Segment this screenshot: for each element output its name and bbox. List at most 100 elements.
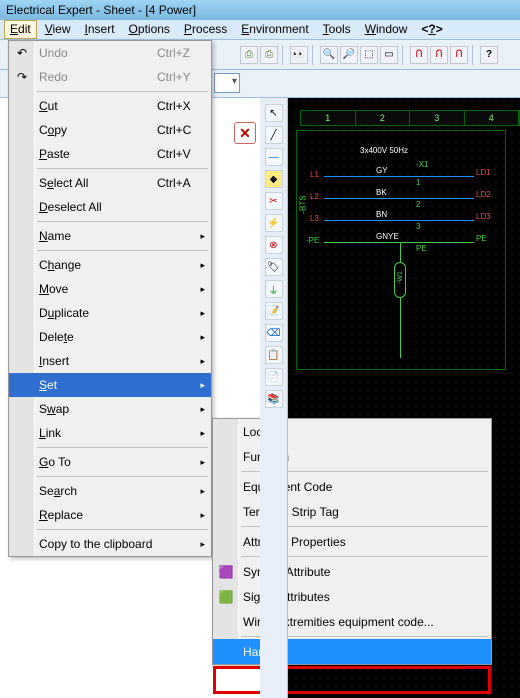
submenu-arrow-icon: ▸	[200, 332, 205, 343]
menu-process[interactable]: Process	[178, 20, 233, 39]
right-ld1: LD1	[476, 168, 491, 177]
menu-goto[interactable]: Go To ▸	[9, 450, 211, 474]
menu-separator	[37, 250, 208, 251]
print-icon[interactable]: ⎙	[240, 46, 258, 64]
menu-options[interactable]: Options	[123, 20, 176, 39]
menu-separator	[37, 529, 208, 530]
power-rating-label: 3x400V 50Hz	[360, 146, 408, 155]
menu-insert[interactable]: Insert	[79, 20, 121, 39]
note-icon[interactable]: 📝	[265, 302, 283, 320]
menu-deselect-all[interactable]: Deselect All	[9, 195, 211, 219]
menu-swap[interactable]: Swap ▸	[9, 397, 211, 421]
submenu-arrow-icon: ▸	[200, 510, 205, 521]
ruler-cell: 2	[356, 111, 411, 125]
magnet-icon[interactable]: ᑎ	[410, 46, 428, 64]
wire-l1	[324, 176, 474, 177]
menu-select-all[interactable]: Select All Ctrl+A	[9, 171, 211, 195]
symbol2-icon[interactable]: ⊗	[265, 236, 283, 254]
menu-edit[interactable]: Edit	[4, 20, 37, 39]
draw-line-icon[interactable]: ╱	[265, 126, 283, 144]
menu-search[interactable]: Search ▸	[9, 479, 211, 503]
submenu-arrow-icon: ▸	[200, 486, 205, 497]
menu-insert[interactable]: Insert ▸	[9, 349, 211, 373]
phase-l3-label: L3	[310, 214, 319, 223]
submenu-arrow-icon: ▸	[200, 380, 205, 391]
terminal-label: -X1	[416, 160, 428, 169]
term-1: 1	[416, 178, 420, 187]
menu-name[interactable]: Name ▸	[9, 224, 211, 248]
menu-undo[interactable]: ↶ Undo Ctrl+Z	[9, 41, 211, 65]
submenu-harness[interactable]: Harness	[213, 639, 491, 664]
close-icon[interactable]: ✕	[234, 122, 256, 144]
submenu-symbol-attribute[interactable]: 🟪 Symbol Attribute	[213, 559, 491, 584]
help-icon[interactable]: ?	[480, 46, 498, 64]
cable-label: -W1	[397, 271, 404, 284]
menu-separator	[37, 221, 208, 222]
menu-help[interactable]: <?>	[415, 20, 448, 39]
gnye-label: GNYE	[376, 232, 399, 241]
submenu-wires-extremities[interactable]: Wires extremities equipment code...	[213, 609, 491, 634]
cut-wire-icon[interactable]: ✂	[265, 192, 283, 210]
phase-pe-label: -PE	[306, 236, 319, 245]
menu-copy-clipboard[interactable]: Copy to the clipboard ▸	[9, 532, 211, 556]
menu-view[interactable]: View	[39, 20, 77, 39]
schematic-frame	[296, 130, 506, 370]
menu-cut[interactable]: Cut Ctrl+X	[9, 94, 211, 118]
tag-icon[interactable]: 🏷	[265, 258, 283, 276]
submenu-attribute-properties[interactable]: Attribute Properties	[213, 529, 491, 554]
zoom-in-icon[interactable]: 🔍	[320, 46, 338, 64]
symbol-icon[interactable]: ⚡	[265, 214, 283, 232]
toolbar-separator	[282, 45, 286, 65]
menu-paste[interactable]: Paste Ctrl+V	[9, 142, 211, 166]
magnet3-icon[interactable]: ᑎ	[450, 46, 468, 64]
pointer-icon[interactable]: ↖	[265, 104, 283, 122]
zoom-extents-icon[interactable]: ▭	[380, 46, 398, 64]
menu-environment[interactable]: Environment	[235, 20, 314, 39]
wire-l2	[324, 198, 474, 199]
vert-wire	[400, 242, 401, 262]
menu-link[interactable]: Link ▸	[9, 421, 211, 445]
titlebar: Electrical Expert - Sheet - [4 Power]	[0, 0, 520, 20]
copy-icon[interactable]: 📋	[265, 346, 283, 364]
schematic: 3x400V 50Hz L1 L2 L3 -PE -BTS -X1 GY BK …	[300, 130, 500, 410]
menu-move[interactable]: Move ▸	[9, 277, 211, 301]
menu-duplicate[interactable]: Duplicate ▸	[9, 301, 211, 325]
submenu-arrow-icon: ▸	[200, 428, 205, 439]
menu-set[interactable]: Set ▸	[9, 373, 211, 397]
paste-icon[interactable]: 📄	[265, 368, 283, 386]
library-icon[interactable]: 📚	[265, 390, 283, 408]
submenu-function[interactable]: Function	[213, 444, 491, 469]
menu-tools[interactable]: Tools	[317, 20, 357, 39]
right-ld3: LD3	[476, 212, 491, 221]
submenu-location[interactable]: Location	[213, 419, 491, 444]
scale-combo[interactable]	[214, 73, 240, 93]
erase-icon[interactable]: ⌫	[265, 324, 283, 342]
menu-redo[interactable]: ↷ Redo Ctrl+Y	[9, 65, 211, 89]
menu-separator	[37, 168, 208, 169]
menu-copy[interactable]: Copy Ctrl+C	[9, 118, 211, 142]
signal-attributes-icon: 🟩	[218, 590, 234, 604]
ruler-cell: 1	[301, 111, 356, 125]
magnet2-icon[interactable]: ᑎ	[430, 46, 448, 64]
term-3: 3	[416, 222, 420, 231]
highlight-icon[interactable]: ◆	[265, 170, 283, 188]
submenu-arrow-icon: ▸	[200, 231, 205, 242]
redo-icon: ↷	[14, 70, 30, 84]
print-preview-icon[interactable]: ⎙	[260, 46, 278, 64]
menu-window[interactable]: Window	[359, 20, 414, 39]
menu-delete[interactable]: Delete ▸	[9, 325, 211, 349]
submenu-signal-attributes[interactable]: 🟩 Signal Attributes	[213, 584, 491, 609]
submenu-arrow-icon: ▸	[200, 308, 205, 319]
ruler-cell: 3	[410, 111, 465, 125]
find-icon[interactable]: 👀	[290, 46, 308, 64]
wire-icon[interactable]: —	[265, 148, 283, 166]
menu-change[interactable]: Change ▸	[9, 253, 211, 277]
zoom-out-icon[interactable]: 🔎	[340, 46, 358, 64]
submenu-equipment-code[interactable]: Equipment Code	[213, 474, 491, 499]
submenu-terminal-strip-tag[interactable]: Terminal Strip Tag	[213, 499, 491, 524]
zoom-window-icon[interactable]: ⬚	[360, 46, 378, 64]
menu-separator	[37, 91, 208, 92]
submenu-arrow-icon: ▸	[200, 284, 205, 295]
ground-icon[interactable]: ⏚	[265, 280, 283, 298]
menu-replace[interactable]: Replace ▸	[9, 503, 211, 527]
